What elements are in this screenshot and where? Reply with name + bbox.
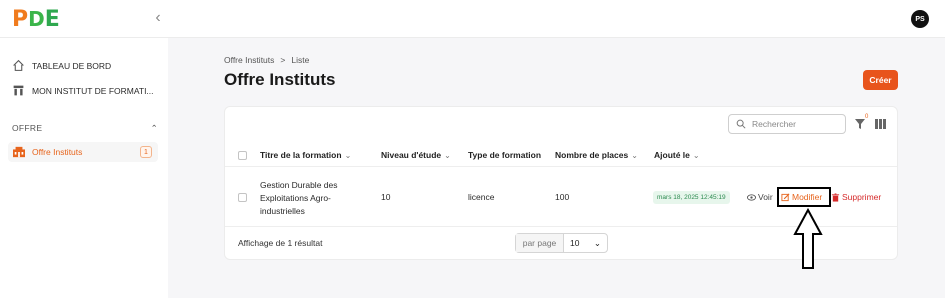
chevron-up-icon: ⌃ — [150, 123, 158, 133]
trash-icon — [831, 192, 840, 202]
view-button[interactable]: Voir — [747, 192, 773, 202]
sidebar-item-label: TABLEAU DE BORD — [32, 60, 112, 71]
delete-button[interactable]: Supprimer — [831, 192, 881, 202]
search-icon — [736, 119, 746, 129]
page-title: Offre Instituts — [224, 70, 336, 89]
breadcrumb-root[interactable]: Offre Instituts — [224, 55, 274, 65]
result-summary: Affichage de 1 résultat — [238, 238, 323, 248]
avatar[interactable]: PS — [911, 10, 929, 28]
date-badge: mars 18, 2025 12:45:19 — [653, 191, 730, 204]
chevron-down-icon: ⌄ — [692, 151, 700, 160]
cell-titre: Gestion Durable des Exploitations Agro-i… — [260, 180, 338, 216]
chevron-down-icon: ⌄ — [444, 151, 451, 160]
breadcrumb-separator: > — [280, 55, 286, 65]
header-places[interactable]: Nombre de places ⌄ — [555, 150, 638, 160]
institution-icon — [13, 85, 24, 96]
chevron-down-icon: ⌄ — [593, 237, 601, 248]
chevron-down-icon: ⌄ — [344, 151, 352, 160]
header-label: Nombre de places — [555, 150, 629, 160]
app-logo[interactable]: P D E — [12, 6, 60, 32]
logo-letter-p: P — [12, 6, 28, 32]
logo-letter-e: E — [44, 6, 60, 32]
cell-niveau: 10 — [381, 192, 391, 202]
sidebar-item-dashboard[interactable]: TABLEAU DE BORD — [12, 59, 111, 72]
sidebar-section-label: OFFRE — [12, 123, 43, 133]
school-icon — [13, 146, 25, 158]
breadcrumb-current: Liste — [291, 55, 310, 65]
per-page-value-wrap[interactable]: 10 ⌄ — [564, 234, 607, 252]
eye-icon — [747, 193, 756, 201]
header-label: Niveau d'étude — [381, 150, 442, 160]
sidebar-item-label: MON INSTITUT DE FORMATI... — [32, 85, 154, 96]
header-label: Type de formation — [468, 150, 542, 160]
per-page-select[interactable]: par page 10 ⌄ — [515, 233, 608, 253]
create-button[interactable]: Créer — [863, 70, 898, 90]
cell-type: licence — [468, 192, 495, 202]
top-bar: P D E ‹ PS — [0, 0, 945, 38]
row-checkbox[interactable] — [238, 193, 247, 202]
sidebar-section-offre[interactable]: OFFRE ⌃ — [12, 123, 158, 134]
chevron-left-icon[interactable]: ‹ — [150, 10, 166, 26]
filter-count: 0 — [865, 114, 869, 120]
sidebar-item-offre-instituts[interactable]: Offre Instituts 1 — [8, 142, 158, 162]
home-icon — [13, 59, 24, 71]
count-badge: 1 — [140, 146, 152, 158]
header-niveau[interactable]: Niveau d'étude ⌄ — [381, 150, 451, 160]
view-label: Voir — [758, 192, 773, 202]
sidebar: TABLEAU DE BORD MON INSTITUT DE FORMATI.… — [0, 38, 168, 298]
highlight-box — [777, 187, 831, 207]
per-page-label: par page — [516, 234, 564, 252]
sidebar-item-institute[interactable]: MON INSTITUT DE FORMATI... — [12, 84, 154, 97]
breadcrumb: Offre Instituts > Liste — [224, 55, 309, 65]
search-placeholder: Rechercher — [752, 119, 796, 129]
logo-letter-d: D — [28, 7, 45, 31]
header-type: Type de formation — [468, 150, 541, 160]
delete-label: Supprimer — [842, 192, 882, 202]
select-all-checkbox[interactable] — [238, 151, 247, 160]
header-label: Titre de la formation — [260, 150, 342, 160]
table-header: Titre de la formation ⌄ Niveau d'étude ⌄ T… — [225, 143, 897, 167]
sidebar-item-label: Offre Instituts — [32, 147, 83, 157]
columns-icon[interactable] — [875, 119, 886, 129]
chevron-down-icon: ⌄ — [631, 151, 638, 160]
header-date[interactable]: Ajouté le ⌄ — [654, 150, 700, 160]
cell-places: 100 — [555, 192, 570, 202]
per-page-value: 10 — [570, 238, 580, 248]
header-label: Ajouté le — [654, 150, 690, 160]
header-titre[interactable]: Titre de la formation ⌄ — [260, 150, 351, 160]
up-arrow-annotation — [793, 208, 823, 269]
search-input[interactable]: Rechercher — [728, 114, 846, 134]
